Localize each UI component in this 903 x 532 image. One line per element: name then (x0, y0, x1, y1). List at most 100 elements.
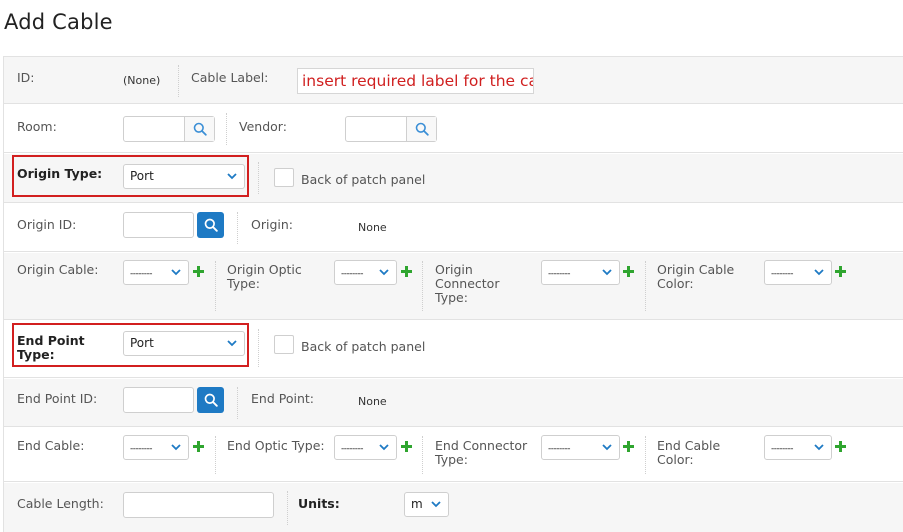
room-search-field[interactable] (123, 116, 215, 142)
end-cable-label: End Cable: (17, 438, 85, 453)
end-connector-type-selected: -------- (548, 444, 570, 454)
add-end-cable-color-icon[interactable] (835, 441, 846, 452)
end-type-select[interactable]: Port (123, 331, 245, 356)
add-end-connector-type-icon[interactable] (623, 441, 634, 452)
origin-cable-selected: -------- (130, 269, 152, 279)
add-end-optic-type-icon[interactable] (401, 441, 412, 452)
row-end-cable: End Cable: -------- End Optic Type: ----… (4, 428, 903, 482)
chevron-down-icon (227, 340, 237, 347)
vendor-search-button[interactable] (406, 117, 436, 141)
origin-connector-type-select[interactable]: -------- (541, 260, 620, 285)
chevron-down-icon (814, 269, 824, 276)
row-room: Room: Vendor: (4, 105, 903, 153)
chevron-down-icon (602, 269, 612, 276)
chevron-down-icon (602, 444, 612, 451)
chevron-down-icon (171, 269, 181, 276)
row-origin-cable: Origin Cable: -------- Origin Optic Type… (4, 253, 903, 320)
units-select[interactable]: m (404, 492, 449, 517)
end-id-input[interactable] (123, 387, 194, 413)
chevron-down-icon (379, 269, 389, 276)
chevron-down-icon (379, 444, 389, 451)
search-icon (415, 122, 429, 136)
origin-value: None (358, 221, 387, 234)
add-end-cable-icon[interactable] (193, 441, 204, 452)
divider (226, 113, 227, 145)
origin-cable-color-label: Origin Cable Color: (657, 262, 735, 291)
origin-back-panel-checkbox[interactable] (274, 168, 294, 187)
origin-cable-select[interactable]: -------- (123, 260, 189, 285)
end-id-search-button[interactable] (197, 387, 224, 413)
row-origin-type: Origin Type: Port Back of patch panel (4, 154, 903, 203)
end-point-label: End Point: (251, 391, 314, 406)
id-value: (None) (123, 74, 161, 87)
end-id-label: End Point ID: (17, 391, 98, 406)
end-cable-select[interactable]: -------- (123, 435, 189, 460)
cable-length-input[interactable] (123, 492, 274, 518)
chevron-down-icon (431, 501, 441, 508)
origin-id-input[interactable] (123, 212, 194, 238)
cable-label-input[interactable]: insert required label for the cable (297, 68, 534, 94)
origin-optic-type-selected: -------- (341, 269, 363, 279)
vendor-search-field[interactable] (345, 116, 437, 142)
page-title: Add Cable (4, 10, 113, 34)
origin-connector-type-label: Origin Connector Type: (435, 262, 500, 305)
origin-id-search-button[interactable] (197, 212, 224, 238)
origin-type-select[interactable]: Port (123, 164, 245, 189)
divider (237, 387, 238, 419)
end-optic-type-label: End Optic Type: (227, 438, 325, 453)
origin-back-panel-label: Back of patch panel (301, 172, 426, 187)
origin-optic-type-select[interactable]: -------- (334, 260, 397, 285)
end-cable-color-selected: -------- (771, 444, 793, 454)
end-optic-type-selected: -------- (341, 444, 363, 454)
chevron-down-icon (814, 444, 824, 451)
origin-type-selected: Port (130, 169, 154, 183)
add-origin-connector-type-icon[interactable] (623, 266, 634, 277)
add-origin-cable-color-icon[interactable] (835, 266, 846, 277)
add-cable-form: ID: (None) Cable Label: insert required … (3, 56, 903, 532)
chevron-down-icon (171, 444, 181, 451)
end-connector-type-select[interactable]: -------- (541, 435, 620, 460)
origin-optic-type-label: Origin Optic Type: (227, 262, 302, 291)
end-point-value: None (358, 395, 387, 408)
divider (215, 436, 216, 474)
vendor-label: Vendor: (239, 119, 287, 134)
origin-label: Origin: (251, 217, 293, 232)
origin-cable-color-select[interactable]: -------- (764, 260, 832, 285)
origin-id-label: Origin ID: (17, 217, 77, 232)
search-icon (193, 122, 207, 136)
units-selected: m (411, 497, 423, 511)
end-cable-color-select[interactable]: -------- (764, 435, 832, 460)
search-icon (204, 218, 218, 232)
divider (258, 329, 259, 367)
units-label: Units: (298, 496, 340, 511)
end-type-label: End Point Type: (17, 333, 85, 362)
origin-cable-label: Origin Cable: (17, 262, 99, 277)
origin-cable-color-selected: -------- (771, 269, 793, 279)
add-origin-optic-type-icon[interactable] (401, 266, 412, 277)
chevron-down-icon (227, 173, 237, 180)
room-search-button[interactable] (184, 117, 214, 141)
end-optic-type-select[interactable]: -------- (334, 435, 397, 460)
end-back-panel-label: Back of patch panel (301, 339, 426, 354)
search-icon (204, 393, 218, 407)
divider (645, 261, 646, 311)
add-origin-cable-icon[interactable] (193, 266, 204, 277)
end-cable-color-label: End Cable Color: (657, 438, 721, 467)
end-back-panel-checkbox[interactable] (274, 335, 294, 354)
divider (237, 212, 238, 244)
room-label: Room: (17, 119, 57, 134)
cable-length-label: Cable Length: (17, 496, 104, 511)
divider (645, 436, 646, 474)
divider (422, 261, 423, 311)
origin-type-label: Origin Type: (17, 166, 103, 181)
row-end-type: End Point Type: Port Back of patch panel (4, 321, 903, 378)
divider (422, 436, 423, 474)
end-cable-selected: -------- (130, 444, 152, 454)
end-type-selected: Port (130, 336, 154, 350)
divider (287, 491, 288, 525)
origin-connector-type-selected: -------- (548, 269, 570, 279)
end-connector-type-label: End Connector Type: (435, 438, 528, 467)
row-length: Cable Length: Units: m (4, 483, 903, 532)
cable-label-label: Cable Label: (191, 70, 269, 85)
divider (215, 261, 216, 311)
